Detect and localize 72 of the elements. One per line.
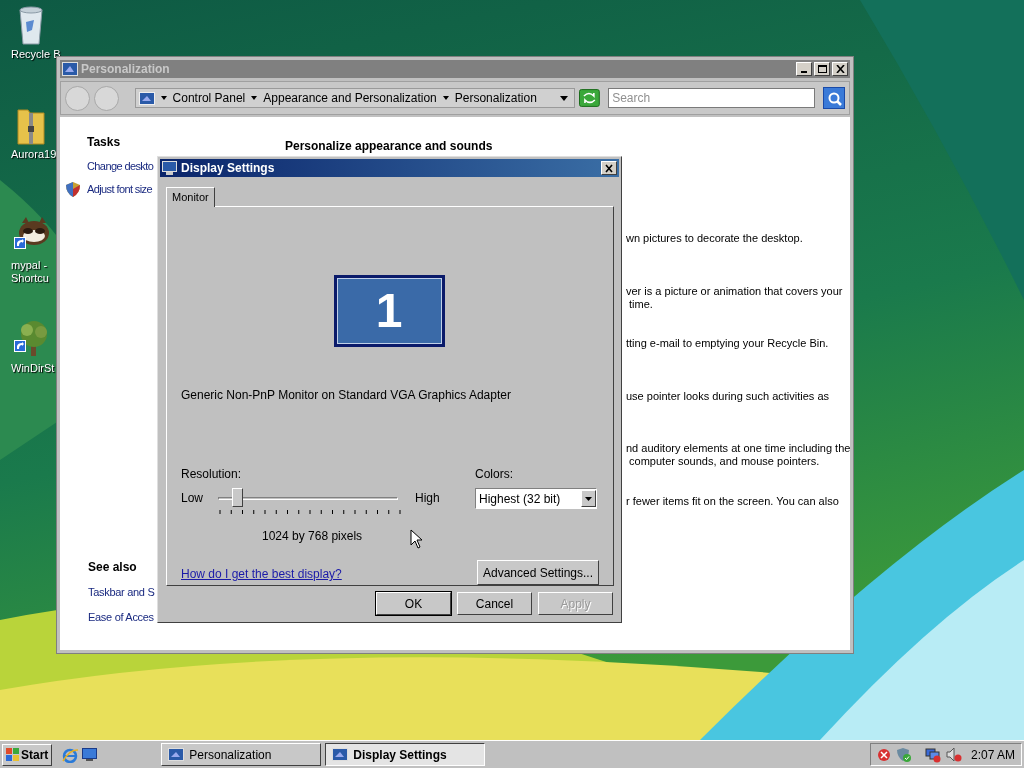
taskbar-button[interactable]: Personalization: [161, 743, 322, 766]
section-heading: See also: [88, 559, 138, 576]
resolution-value: 1024 by 768 pixels: [262, 528, 363, 545]
window-title: Personalization: [81, 61, 170, 78]
clock: 2:07 AM: [970, 746, 1015, 764]
description-text: tting e-mail to emptying your Recycle Bin.: [626, 337, 830, 350]
close-button[interactable]: [832, 62, 848, 76]
icon-label[interactable]: Shortcu: [0, 272, 49, 285]
minimize-icon: [801, 71, 807, 73]
close-icon: [835, 65, 845, 73]
tab[interactable]: Monitor: [166, 187, 215, 207]
error-icon[interactable]: [876, 747, 891, 762]
description-text: r fewer items fit on the screen. You can also: [626, 494, 840, 508]
dropdown-arrow-icon[interactable]: [160, 95, 167, 101]
section-heading: Tasks: [87, 134, 122, 151]
colors-dropdown[interactable]: Highest (32 bit): [475, 488, 597, 509]
control-panel-icon: [138, 91, 155, 105]
dialog-button[interactable]: OK: [376, 592, 451, 615]
see-also-link[interactable]: Ease of Acces: [88, 608, 158, 625]
monitor-number: 1: [375, 287, 403, 335]
maximize-button[interactable]: [814, 62, 830, 76]
search-button[interactable]: [823, 87, 845, 109]
dialog-button[interactable]: Cancel: [457, 592, 532, 615]
close-button[interactable]: [601, 161, 617, 175]
shield-check-icon[interactable]: [895, 746, 912, 763]
breadcrumb-item[interactable]: Personalization: [454, 89, 537, 107]
mouse-cursor-icon: [410, 529, 423, 549]
breadcrumb-item[interactable]: Control Panel: [172, 89, 246, 107]
description-text: computer sounds, and mouse pointers.: [628, 455, 821, 468]
task-link[interactable]: Change deskto: [87, 158, 154, 175]
maximize-icon: [817, 65, 827, 73]
slider-min-label: Low: [181, 490, 204, 507]
windows-logo-icon: [6, 748, 19, 761]
breadcrumb-item[interactable]: Appearance and Personalization: [263, 89, 437, 107]
close-icon: [604, 163, 614, 173]
advanced-settings-button[interactable]: Advanced Settings...: [477, 560, 599, 585]
show-desktop-icon[interactable]: [82, 747, 98, 762]
address-bar[interactable]: Control Panel Appearance and Personalization Personalization: [134, 88, 576, 108]
search-field[interactable]: Search: [608, 88, 816, 108]
icon-label[interactable]: mypal -: [0, 259, 48, 272]
monitor-name: Generic Non-PnP Monitor on Standard VGA Graphics Adapter: [181, 387, 512, 404]
dropdown-arrow-icon[interactable]: [560, 94, 569, 102]
description-text: nd auditory elements at one time including the: [626, 442, 851, 455]
window-icon: [168, 748, 185, 761]
task-link[interactable]: Adjust font size: [87, 181, 152, 198]
dropdown-arrow-icon[interactable]: [251, 95, 258, 101]
icon-label[interactable]: WinDirSt: [0, 362, 55, 375]
description-text: ver is a picture or animation that covers your: [626, 284, 844, 298]
volume-muted-icon[interactable]: [945, 746, 962, 763]
description-text: use pointer looks during such activities as: [626, 389, 830, 403]
dropdown-arrow-icon[interactable]: [442, 95, 449, 101]
slider-thumb[interactable]: [231, 488, 243, 507]
search-icon: [826, 90, 842, 106]
slider-max-label: High: [415, 490, 440, 507]
window-icon: [332, 748, 349, 761]
resolution-label: Resolution:: [181, 466, 243, 483]
colors-label: Colors:: [475, 466, 514, 483]
dropdown-arrow-icon: [585, 496, 592, 501]
page-heading: Personalize appearance and sounds: [285, 138, 494, 155]
minimize-button[interactable]: [796, 62, 812, 76]
help-link[interactable]: How do I get the best display?: [181, 565, 342, 583]
taskbar-button[interactable]: Display Settings: [325, 743, 486, 766]
network-error-icon[interactable]: [924, 746, 941, 763]
control-panel-icon: [62, 62, 78, 76]
monitor-icon: [162, 161, 177, 175]
description-text: time.: [628, 297, 654, 311]
see-also-link[interactable]: Taskbar and S: [88, 584, 158, 601]
window-title: Display Settings: [181, 160, 275, 177]
refresh-icon[interactable]: [579, 89, 601, 107]
icon-label[interactable]: Aurora19: [0, 148, 57, 161]
start-button[interactable]: Start: [2, 743, 53, 766]
description-text: wn pictures to decorate the desktop.: [626, 232, 804, 245]
